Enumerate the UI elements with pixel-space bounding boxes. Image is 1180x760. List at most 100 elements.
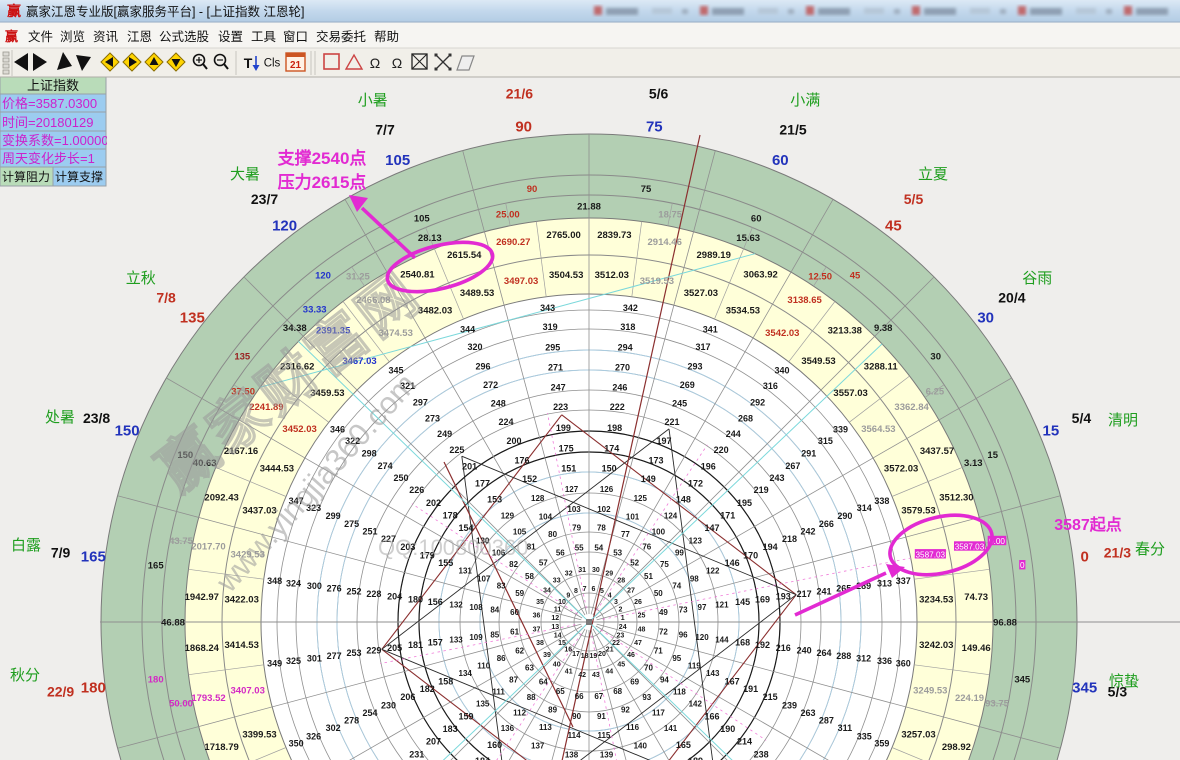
svg-text:318: 318 — [620, 322, 635, 332]
svg-text:62: 62 — [515, 647, 524, 656]
svg-text:221: 221 — [664, 417, 679, 427]
svg-text:254: 254 — [362, 708, 377, 718]
svg-text:315: 315 — [818, 436, 833, 446]
svg-text:3504.53: 3504.53 — [549, 270, 583, 281]
svg-text:3399.53: 3399.53 — [242, 729, 276, 740]
svg-text:21: 21 — [290, 60, 302, 71]
svg-text:64: 64 — [539, 677, 548, 686]
svg-text:3.13: 3.13 — [964, 458, 983, 469]
svg-text:204: 204 — [387, 592, 402, 602]
svg-text:348: 348 — [267, 576, 282, 586]
svg-text:190: 190 — [720, 724, 735, 734]
svg-text:145: 145 — [735, 597, 750, 607]
svg-text:5/5: 5/5 — [904, 191, 924, 207]
svg-text:56: 56 — [556, 549, 565, 558]
svg-text:349: 349 — [267, 659, 282, 669]
svg-text:253: 253 — [346, 648, 361, 658]
svg-text:25.00: 25.00 — [496, 209, 520, 220]
svg-text:246: 246 — [612, 382, 627, 392]
svg-text:54: 54 — [594, 544, 603, 553]
svg-text:5/6: 5/6 — [649, 86, 669, 102]
svg-text:198: 198 — [607, 423, 622, 433]
svg-text:7/8: 7/8 — [156, 290, 176, 306]
svg-text:0: 0 — [1081, 549, 1089, 566]
svg-text:77: 77 — [621, 530, 630, 539]
svg-text:152: 152 — [522, 474, 537, 484]
svg-text:7/7: 7/7 — [375, 122, 395, 138]
svg-text:5: 5 — [600, 588, 604, 595]
svg-text:公式选股: 公式选股 — [159, 30, 210, 44]
svg-text:51: 51 — [644, 572, 653, 581]
svg-text:341: 341 — [703, 324, 718, 334]
svg-text:220: 220 — [714, 445, 729, 455]
svg-text:137: 137 — [531, 742, 545, 751]
svg-text:139: 139 — [600, 751, 614, 760]
svg-text:125: 125 — [634, 494, 648, 503]
svg-text:296: 296 — [475, 361, 490, 371]
svg-text:240: 240 — [797, 646, 812, 656]
svg-text:275: 275 — [344, 519, 359, 529]
svg-text:3422.03: 3422.03 — [225, 595, 259, 606]
svg-text:96: 96 — [679, 630, 688, 639]
svg-text:3587起点: 3587起点 — [1054, 515, 1122, 534]
svg-text:131: 131 — [459, 567, 473, 576]
svg-text:109: 109 — [469, 633, 483, 642]
svg-text:344: 344 — [460, 324, 475, 334]
svg-text:28: 28 — [617, 578, 625, 585]
svg-text:50.00: 50.00 — [169, 699, 193, 710]
svg-text:207: 207 — [426, 737, 441, 747]
svg-text:3257.03: 3257.03 — [901, 729, 935, 740]
svg-text:3138.65: 3138.65 — [787, 295, 822, 306]
svg-text:90: 90 — [572, 712, 581, 721]
svg-text:153: 153 — [487, 494, 502, 504]
svg-text:2615.54: 2615.54 — [447, 250, 482, 261]
svg-text:浏览: 浏览 — [60, 29, 85, 44]
svg-text:7: 7 — [583, 586, 587, 593]
svg-text:129: 129 — [501, 512, 515, 521]
svg-text:223: 223 — [553, 402, 568, 412]
svg-text:87: 87 — [509, 676, 518, 685]
svg-text:38: 38 — [536, 640, 544, 647]
svg-text:23/7: 23/7 — [251, 191, 278, 207]
svg-text:345: 345 — [1014, 674, 1031, 685]
svg-text:201: 201 — [462, 462, 477, 472]
svg-text:267: 267 — [785, 461, 800, 471]
svg-text:50: 50 — [654, 589, 663, 598]
svg-text:2989.19: 2989.19 — [697, 250, 731, 261]
svg-text:176: 176 — [514, 456, 529, 466]
svg-text:177: 177 — [475, 478, 490, 488]
svg-text:15.63: 15.63 — [736, 233, 760, 244]
svg-text:120: 120 — [315, 271, 331, 282]
svg-text:资讯: 资讯 — [93, 30, 119, 44]
svg-text:3362.84: 3362.84 — [894, 402, 929, 413]
svg-text:197: 197 — [656, 436, 671, 446]
svg-text:146: 146 — [725, 558, 740, 568]
svg-text:41: 41 — [565, 669, 573, 676]
svg-text:3587.03: 3587.03 — [915, 550, 945, 559]
svg-text:3564.53: 3564.53 — [861, 424, 895, 435]
svg-text:文件: 文件 — [28, 29, 53, 44]
svg-text:19: 19 — [590, 653, 598, 660]
svg-text:处暑: 处暑 — [45, 409, 75, 426]
svg-text:95: 95 — [672, 654, 681, 663]
svg-text:311: 311 — [838, 723, 853, 733]
svg-text:3407.03: 3407.03 — [231, 685, 265, 696]
svg-text:48: 48 — [638, 626, 646, 633]
svg-text:218: 218 — [782, 534, 797, 544]
svg-text:97: 97 — [698, 603, 707, 612]
svg-text:90: 90 — [527, 184, 538, 195]
svg-text:241: 241 — [816, 586, 831, 596]
svg-text:3519.53: 3519.53 — [640, 276, 674, 287]
svg-text:144: 144 — [715, 635, 729, 644]
svg-text:93: 93 — [642, 693, 651, 702]
svg-text:136: 136 — [501, 724, 515, 733]
svg-text:35: 35 — [536, 599, 544, 606]
svg-text:计算支撑: 计算支撑 — [55, 169, 103, 184]
svg-text:238: 238 — [754, 749, 769, 759]
svg-text:149: 149 — [641, 474, 656, 484]
svg-text:111: 111 — [492, 687, 505, 696]
svg-text:154: 154 — [458, 523, 473, 533]
svg-text:21/3: 21/3 — [1104, 544, 1131, 560]
svg-text:225: 225 — [449, 445, 464, 455]
svg-text:34: 34 — [543, 587, 551, 594]
